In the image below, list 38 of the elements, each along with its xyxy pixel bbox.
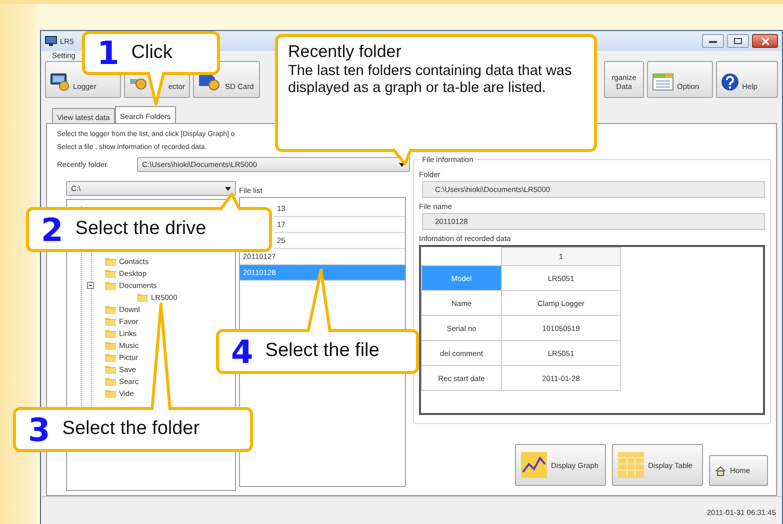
folder-icon bbox=[105, 280, 116, 290]
folder-icon bbox=[105, 388, 116, 398]
callout-title: Recently folder bbox=[288, 43, 402, 62]
callout-text: The last ten folders containing data that was displayed as a graph or ta-ble are listed. bbox=[288, 62, 573, 98]
folder-icon bbox=[105, 304, 116, 314]
minimize-icon bbox=[709, 40, 717, 42]
dropdown-arrow-icon bbox=[399, 162, 405, 166]
folder-icon bbox=[137, 292, 148, 302]
close-icon bbox=[762, 38, 768, 44]
maximize-button[interactable] bbox=[727, 34, 749, 48]
collapse-icon[interactable] bbox=[87, 282, 94, 289]
home-icon bbox=[715, 466, 726, 476]
folder-icon bbox=[105, 268, 116, 278]
folder-icon bbox=[105, 316, 116, 326]
monitor-icon bbox=[50, 73, 70, 91]
callout-title: Select the drive bbox=[75, 219, 206, 240]
callout-title: Select the file bbox=[265, 341, 380, 362]
card-icon bbox=[198, 73, 222, 91]
folder-icon bbox=[105, 340, 116, 350]
dropdown-arrow-icon bbox=[225, 186, 231, 190]
chart-icon bbox=[521, 452, 547, 478]
step-number: 2 bbox=[41, 214, 64, 246]
callout-title: Select the folder bbox=[62, 419, 200, 440]
folder-icon bbox=[105, 376, 116, 386]
list-icon bbox=[652, 73, 674, 91]
folder-icon bbox=[105, 364, 116, 374]
step-number: 3 bbox=[28, 414, 50, 446]
folder-icon bbox=[105, 352, 116, 362]
close-button[interactable] bbox=[752, 34, 778, 48]
step-number: 4 bbox=[231, 336, 254, 368]
folder-icon bbox=[105, 256, 116, 266]
monitor-icon bbox=[45, 36, 57, 46]
help-icon bbox=[721, 73, 739, 91]
maximize-icon bbox=[734, 38, 742, 44]
folder-icon bbox=[105, 328, 116, 338]
minimize-button[interactable] bbox=[702, 34, 724, 48]
callout-title: Click bbox=[131, 42, 172, 64]
table-icon bbox=[618, 452, 644, 478]
